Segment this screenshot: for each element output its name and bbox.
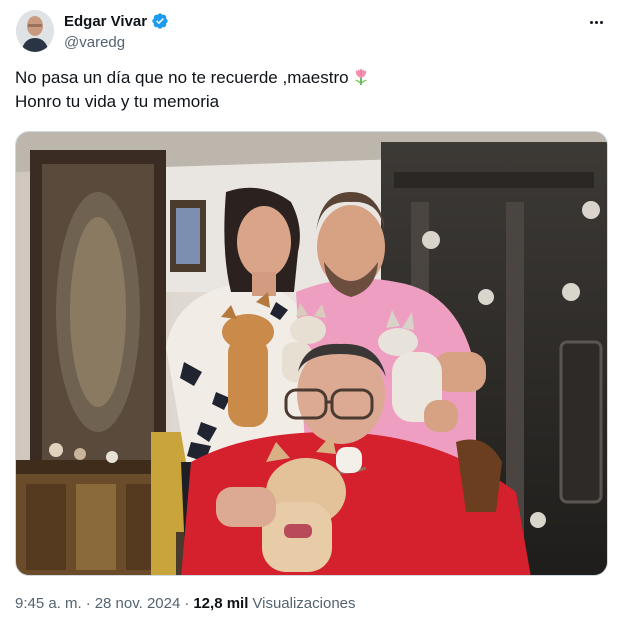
tweet-date[interactable]: 28 nov. 2024 <box>95 595 181 612</box>
name-row: Edgar Vivar <box>64 12 169 30</box>
tweet-time[interactable]: 9:45 a. m. <box>15 595 82 612</box>
meta-separator: · <box>85 595 91 612</box>
avatar[interactable] <box>16 10 54 52</box>
views-count[interactable]: 12,8 mil <box>193 595 248 612</box>
tweet-line-2: Honro tu vida y tu memoria <box>15 92 220 111</box>
tweet-line-1-text: No pasa un día que no te recuerde ,maest… <box>15 68 349 87</box>
display-name[interactable]: Edgar Vivar <box>64 13 147 30</box>
meta-separator: · <box>184 595 190 612</box>
tweet-text: No pasa un día que no te recuerde ,maest… <box>15 66 609 114</box>
tulip-emoji-icon <box>351 66 371 86</box>
tweet-photo[interactable] <box>15 131 608 576</box>
tweet-header: Edgar Vivar @varedg <box>16 8 608 56</box>
tweet-line-1: No pasa un día que no te recuerde ,maest… <box>15 66 609 90</box>
tweet-metadata: 9:45 a. m. · 28 nov. 2024 · 12,8 mil Vis… <box>15 595 356 612</box>
verified-badge-icon <box>151 12 169 30</box>
more-options-icon[interactable] <box>584 12 608 32</box>
author-handle[interactable]: @varedg <box>64 34 125 51</box>
avatar-image <box>16 10 54 52</box>
photo-image <box>16 132 607 575</box>
views-label[interactable]: Visualizaciones <box>252 595 355 612</box>
